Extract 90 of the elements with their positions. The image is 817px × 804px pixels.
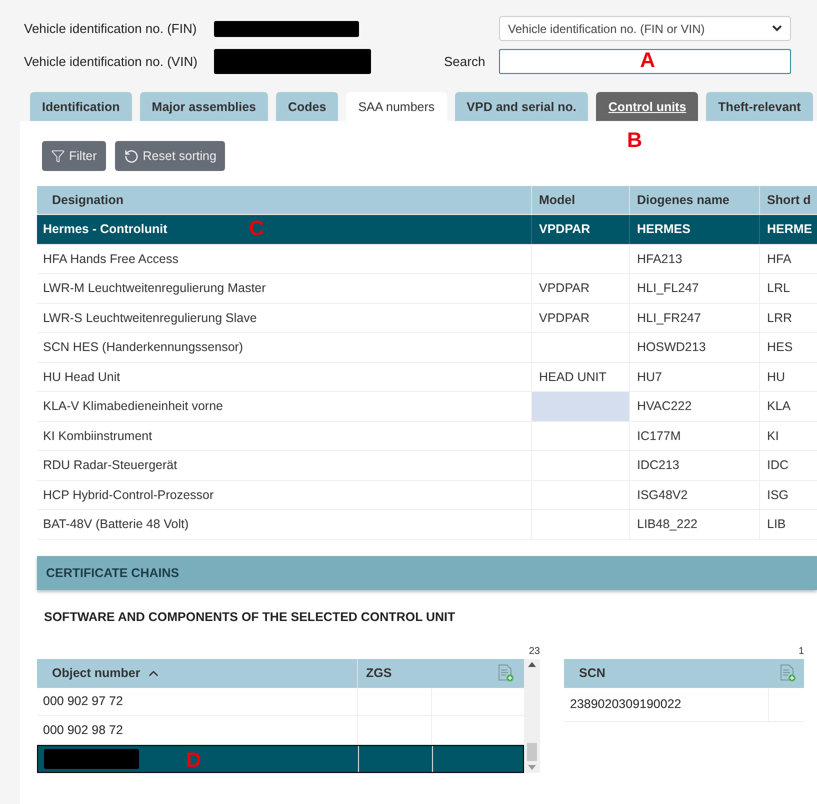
table-cell: VPDPAR	[531, 215, 629, 244]
fin-label: Vehicle identification no. (FIN)	[24, 21, 198, 36]
table-cell-text: HFA Hands Free Access	[42, 250, 180, 268]
column-header[interactable]: SCN	[564, 658, 804, 688]
scrollbar-thumb[interactable]	[527, 743, 537, 761]
column-header[interactable]: Object number	[37, 658, 357, 688]
table-cell-text: SCN HES (Handerkennungssensor)	[42, 339, 244, 356]
annotation-marker: D	[186, 748, 202, 772]
table-cell-text: RDU Radar-Steuergerät	[42, 457, 178, 474]
table-row[interactable]: HFA Hands Free Access HFA213 HFA	[37, 244, 817, 274]
column-header[interactable]: Model	[531, 186, 629, 214]
table-row[interactable]: KI Kombiinstrument IC177M KI	[37, 422, 817, 451]
column-header[interactable]: Short d	[759, 186, 817, 214]
search-mode-select[interactable]: Vehicle identification no. (FIN or VIN)	[499, 16, 791, 41]
table-row[interactable]: HCP Hybrid-Control-Prozessor ISG48V2 ISG	[37, 480, 817, 510]
table-cell-text: KLA-V Klimabedieneinheit vorne	[42, 398, 224, 416]
table-cell: ISG48V2	[629, 480, 759, 509]
table-cell-text: BAT-48V (Batterie 48 Volt)	[42, 516, 190, 534]
table-cell: VPDPAR	[531, 274, 629, 302]
search-field[interactable]: A	[499, 49, 791, 74]
table-cell-text: LWR-S Leuchtweitenregulierung Slave	[42, 310, 258, 327]
table-cell-text: 000 902 98 72	[42, 722, 124, 739]
table-cell: HERMES	[629, 215, 759, 244]
filter-icon	[51, 149, 65, 163]
filter-button[interactable]: Filter	[42, 141, 106, 171]
tab[interactable]: Codes	[276, 92, 338, 121]
table-row[interactable]: RDU Radar-Steuergerät IDC213 IDC	[37, 451, 817, 480]
row-count: 1	[797, 646, 804, 658]
table-cell-text: Hermes - Controlunit	[42, 221, 168, 238]
table-cell-text: KI Kombiinstrument	[42, 428, 154, 445]
tab[interactable]: VPD and serial no.	[454, 92, 588, 121]
reset-icon	[124, 148, 139, 164]
table-cell: IDC213	[629, 451, 759, 480]
table-cell: HFA213	[629, 244, 759, 273]
table-row[interactable]: LWR-M Leuchtweitenregulierung Master VPDPAR HLI_FL247 LRL	[37, 274, 817, 304]
table-cell: LIB48_222	[629, 510, 759, 538]
table-cell: HU7	[629, 362, 759, 391]
table-cell: HES	[759, 333, 817, 362]
table-cell: KI	[759, 422, 817, 450]
scrollbar[interactable]	[524, 658, 540, 773]
tab[interactable]: Identification	[30, 92, 132, 121]
table-cell-text: LWR-M Leuchtweitenregulierung Master	[42, 280, 267, 298]
table-cell: LRL	[759, 274, 817, 302]
annotation-marker: B	[627, 129, 642, 153]
table-row[interactable]: 000 902 98 72	[37, 716, 524, 744]
table-row[interactable]: LWR-S Leuchtweitenregulierung Slave VPDPAR HLI_FR247 LRR	[37, 304, 817, 333]
table-cell-text: 000 902 97 72	[42, 693, 124, 710]
table-cell-text: HCP Hybrid-Control-Prozessor	[42, 486, 215, 504]
scroll-down-icon[interactable]	[528, 765, 536, 770]
table-row[interactable]: SCN HES (Handerkennungssensor) HOSWD213 HES	[37, 333, 817, 362]
table-cell: ISG	[759, 480, 817, 509]
tab[interactable]: Theft-relevant	[706, 92, 813, 121]
search-label: Search	[444, 54, 486, 69]
tab[interactable]: Control units	[596, 92, 698, 121]
annotation-marker: A	[640, 49, 656, 73]
column-header[interactable]: Diogenes name	[629, 186, 759, 214]
table-cell: HERME	[759, 215, 817, 244]
table-cell-text: HU Head Unit	[42, 368, 122, 386]
table-cell: VPDPAR	[531, 304, 629, 332]
table-cell: HLI_FR247	[629, 304, 759, 332]
table-cell-text: 2389020309190022	[569, 696, 682, 713]
reset-sorting-button[interactable]: Reset sorting	[114, 141, 226, 171]
table-cell: HFA	[759, 244, 817, 273]
table-cell: IC177M	[629, 422, 759, 450]
annotation-marker: C	[249, 217, 264, 241]
export-icon[interactable]	[498, 664, 514, 682]
table-cell: HEAD UNIT	[531, 362, 629, 391]
export-icon[interactable]	[780, 664, 796, 682]
table-cell: IDC	[759, 451, 817, 480]
table-cell: LIB	[759, 510, 817, 538]
tab[interactable]: SAA numbers	[346, 92, 447, 121]
table-cell: HOSWD213	[629, 333, 759, 362]
chevron-down-icon	[772, 25, 782, 32]
section-header[interactable]: CERTIFICATE CHAINS	[37, 556, 817, 590]
table-cell: HLI_FL247	[629, 274, 759, 302]
table-cell: HVAC222	[629, 392, 759, 420]
table-row[interactable]: Hermes - Controlunit C VPDPAR HERMES HERME	[37, 215, 817, 244]
vin-label: Vehicle identification no. (VIN)	[24, 54, 198, 69]
table-cell: KLA	[759, 392, 817, 420]
column-header[interactable]: Designation	[37, 186, 531, 214]
table-row[interactable]: KLA-V Klimabedieneinheit vorne HVAC222 KLA	[37, 392, 817, 422]
table-cell: LRR	[759, 304, 817, 332]
table-row[interactable]: BAT-48V (Batterie 48 Volt) LIB48_222 LIB	[37, 510, 817, 540]
table-row[interactable]: HU Head Unit HEAD UNIT HU7 HU	[37, 362, 817, 392]
row-count: 23	[528, 646, 540, 658]
section-title: SOFTWARE AND COMPONENTS OF THE SELECTED CONTROL UNIT	[44, 610, 456, 624]
scroll-up-icon[interactable]	[528, 662, 536, 666]
table-cell: HU	[759, 362, 817, 391]
tab[interactable]: Major assemblies	[140, 92, 268, 121]
table-row[interactable]: 000 902 97 72	[37, 688, 524, 716]
